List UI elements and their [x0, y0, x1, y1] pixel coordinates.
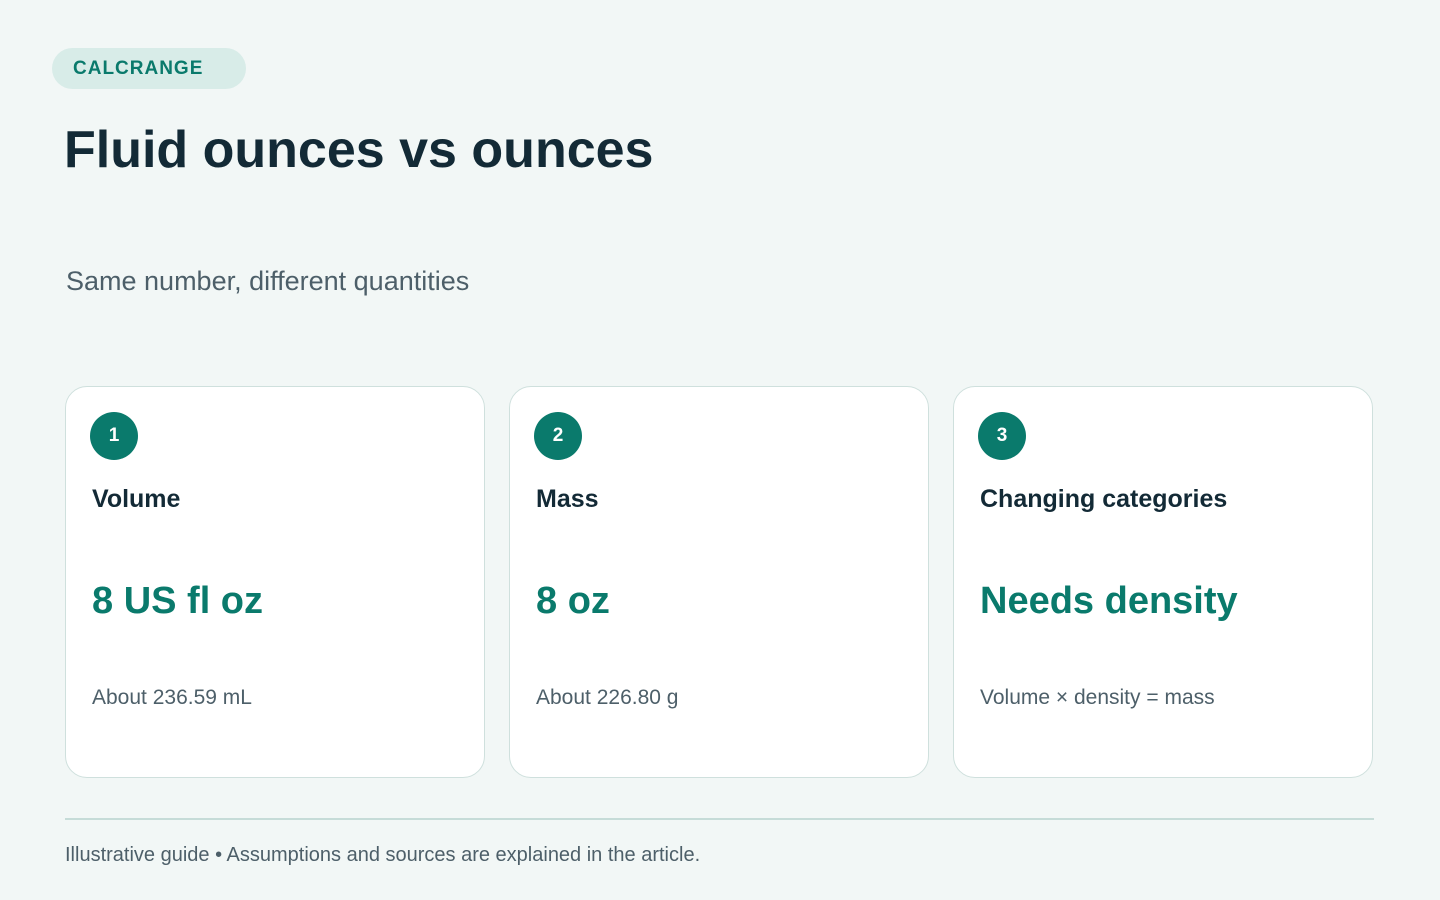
card-note: About 226.80 g [536, 686, 679, 709]
step-number-badge: 1 [90, 412, 138, 460]
card-volume: 1 Volume 8 US fl oz About 236.59 mL [65, 386, 485, 778]
footer-note: Illustrative guide • Assumptions and sou… [65, 844, 701, 866]
brand-badge: CALCRANGE [52, 48, 246, 89]
card-value: 8 US fl oz [92, 580, 264, 622]
card-heading: Volume [92, 485, 181, 513]
step-number-badge: 2 [534, 412, 582, 460]
page-title: Fluid ounces vs ounces [64, 121, 654, 179]
step-number-badge: 3 [978, 412, 1026, 460]
footer-divider [65, 818, 1374, 820]
page: CALCRANGE Fluid ounces vs ounces Same nu… [0, 0, 1440, 900]
card-changing-categories: 3 Changing categories Needs density Volu… [953, 386, 1373, 778]
card-note: About 236.59 mL [92, 686, 252, 709]
card-heading: Mass [536, 485, 599, 513]
card-mass: 2 Mass 8 oz About 226.80 g [509, 386, 929, 778]
card-grid: 1 Volume 8 US fl oz About 236.59 mL 2 Ma… [65, 386, 1373, 778]
card-value: Needs density [980, 580, 1238, 622]
card-value: 8 oz [536, 580, 610, 622]
card-note: Volume × density = mass [980, 686, 1215, 709]
card-heading: Changing categories [980, 485, 1228, 513]
page-subtitle: Same number, different quantities [66, 266, 470, 296]
